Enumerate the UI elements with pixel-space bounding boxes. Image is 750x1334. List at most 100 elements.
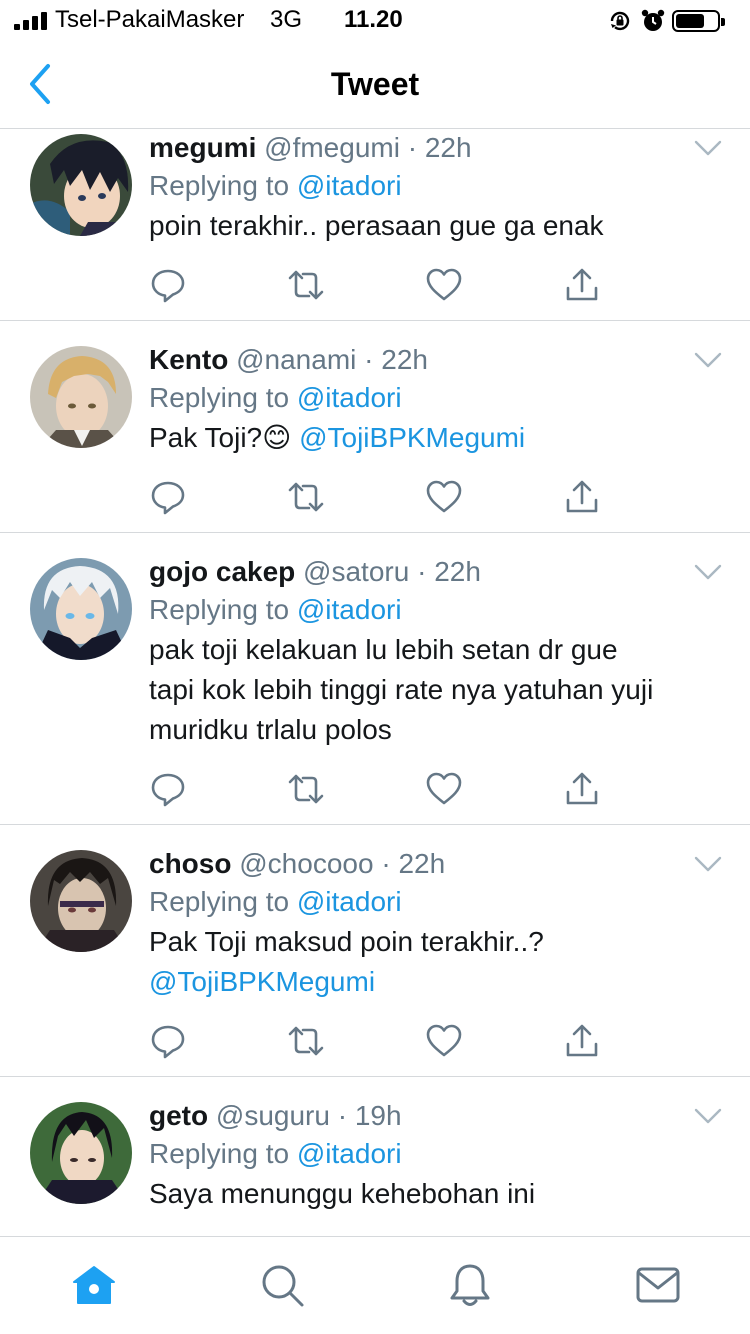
signal-strength-icon [14, 12, 48, 30]
chevron-down-icon[interactable] [694, 352, 722, 370]
retweet-button[interactable] [287, 266, 327, 306]
tweet-header: Kento @nanami · 22h [149, 344, 428, 375]
tweet-text: Pak Toji?😊 @TojiBPKMegumi [149, 418, 730, 458]
handle[interactable]: @suguru [216, 1100, 330, 1131]
retweet-button[interactable] [287, 770, 327, 810]
retweet-icon [288, 1026, 324, 1056]
reply-icon [151, 481, 185, 515]
like-button[interactable] [425, 770, 465, 810]
avatar[interactable] [30, 1102, 132, 1204]
tweet[interactable]: megumi @fmegumi · 22h Replying to @itado… [0, 130, 750, 321]
tweet-text-content: Pak Toji? [149, 422, 263, 453]
share-button[interactable] [563, 266, 603, 306]
handle[interactable]: @nanami [236, 344, 356, 375]
replying-to-handle[interactable]: @itadori [297, 170, 402, 201]
avatar[interactable] [30, 850, 132, 952]
status-icons [608, 8, 738, 32]
share-icon [566, 1024, 598, 1057]
replying-to: Replying to @itadori [149, 166, 730, 206]
mention-link[interactable]: @TojiBPKMegumi [299, 422, 525, 453]
tweet[interactable]: geto @suguru · 19h Replying to @itadori … [0, 1078, 750, 1236]
notifications-icon [450, 1264, 490, 1306]
share-icon [566, 772, 598, 805]
replying-to-label: Replying to [149, 594, 290, 625]
display-name[interactable]: megumi [149, 132, 256, 163]
replying-to-handle[interactable]: @itadori [297, 594, 402, 625]
timestamp: 22h [398, 848, 446, 879]
network-type: 3G [270, 6, 303, 33]
reply-button[interactable] [149, 1022, 189, 1062]
tweet-actions [149, 770, 609, 810]
replying-to-label: Replying to [149, 382, 290, 413]
tab-messages[interactable] [634, 1261, 684, 1311]
chevron-down-icon[interactable] [694, 564, 722, 582]
tab-notifications[interactable] [446, 1261, 496, 1311]
tweet-text: poin terakhir.. perasaan gue ga enak [149, 210, 604, 241]
replying-to: Replying to @itadori [149, 378, 730, 418]
replying-to-handle[interactable]: @itadori [297, 886, 402, 917]
rotation-lock-icon [610, 11, 630, 31]
replying-to-handle[interactable]: @itadori [297, 382, 402, 413]
share-button[interactable] [563, 1022, 603, 1062]
page-title: Tweet [330, 66, 420, 102]
mention-link[interactable]: @TojiBPKMegumi [149, 962, 730, 1002]
tweet[interactable]: choso @chocooo · 22h Replying to @itador… [0, 826, 750, 1077]
avatar[interactable] [30, 346, 132, 448]
chevron-down-icon[interactable] [694, 140, 722, 158]
heart-icon [426, 268, 462, 301]
retweet-icon [288, 774, 324, 804]
retweet-button[interactable] [287, 1022, 327, 1062]
handle[interactable]: @chocooo [239, 848, 373, 879]
nav-bar: Tweet [0, 40, 750, 129]
chevron-down-icon[interactable] [694, 1108, 722, 1126]
tweet-actions [149, 266, 609, 306]
tweet-text-line: tapi kok lebih tinggi rate nya yatuhan y… [149, 674, 654, 705]
like-button[interactable] [425, 1022, 465, 1062]
reply-button[interactable] [149, 478, 189, 518]
tweet[interactable]: Kento @nanami · 22h Replying to @itadori… [0, 322, 750, 533]
replying-to: Replying to @itadori [149, 882, 730, 922]
share-icon [566, 480, 598, 513]
carrier-name: Tsel-PakaiMasker [55, 6, 245, 33]
handle[interactable]: @satoru [303, 556, 409, 587]
reply-button[interactable] [149, 770, 189, 810]
like-button[interactable] [425, 266, 465, 306]
display-name[interactable]: gojo cakep [149, 556, 295, 587]
alarm-icon [641, 9, 665, 31]
tweet-text: Pak Toji maksud poin terakhir..? @TojiBP… [149, 922, 730, 1002]
replying-to-label: Replying to [149, 1138, 290, 1169]
avatar[interactable] [30, 558, 132, 660]
tweet-header: geto @suguru · 19h [149, 1100, 402, 1131]
smiling-face-emoji: 😊 [262, 422, 292, 453]
display-name[interactable]: Kento [149, 344, 228, 375]
tab-search[interactable] [258, 1261, 308, 1311]
tweet-text-line: muridku trlalu polos [149, 714, 392, 745]
chevron-down-icon[interactable] [694, 856, 722, 874]
timestamp: 19h [354, 1100, 402, 1131]
avatar[interactable] [30, 134, 132, 236]
heart-icon [426, 1024, 462, 1057]
share-button[interactable] [563, 770, 603, 810]
tab-bar [0, 1236, 750, 1334]
reply-icon [151, 269, 185, 303]
display-name[interactable]: geto [149, 1100, 208, 1131]
retweet-button[interactable] [287, 478, 327, 518]
like-button[interactable] [425, 478, 465, 518]
replying-to: Replying to @itadori [149, 590, 730, 630]
replying-to-handle[interactable]: @itadori [297, 1138, 402, 1169]
tweet-header: gojo cakep @satoru · 22h [149, 556, 481, 587]
display-name[interactable]: choso [149, 848, 231, 879]
reply-feed[interactable]: megumi @fmegumi · 22h Replying to @itado… [0, 130, 750, 1236]
heart-icon [426, 772, 462, 805]
retweet-icon [288, 270, 324, 300]
tweet-text-line: pak toji kelakuan lu lebih setan dr gue [149, 634, 618, 665]
tab-home[interactable] [70, 1261, 120, 1311]
reply-button[interactable] [149, 266, 189, 306]
tweet-text-content: Pak Toji maksud poin terakhir..? [149, 926, 544, 957]
handle[interactable]: @fmegumi [264, 132, 400, 163]
share-icon [566, 268, 598, 301]
share-button[interactable] [563, 478, 603, 518]
tweet[interactable]: gojo cakep @satoru · 22h Replying to @it… [0, 534, 750, 825]
replying-to: Replying to @itadori [149, 1134, 730, 1174]
home-icon [73, 1266, 115, 1304]
